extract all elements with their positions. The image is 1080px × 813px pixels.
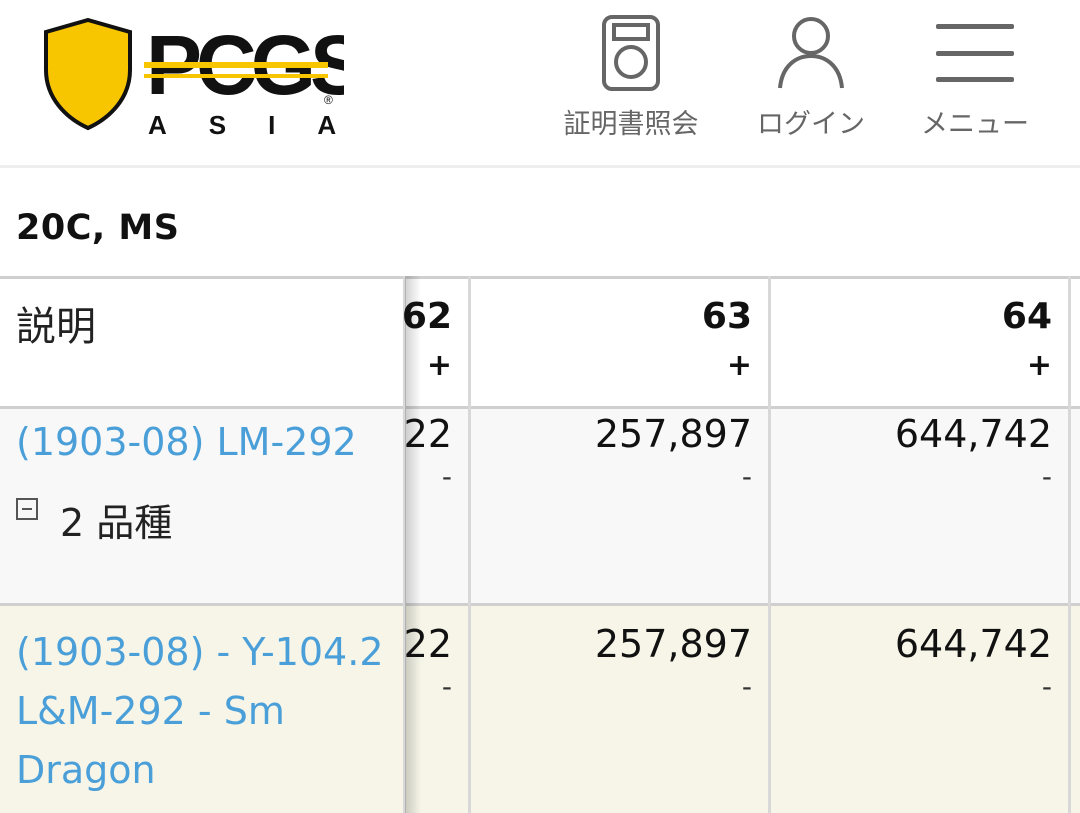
price-sub: - (741, 670, 752, 703)
hamburger-icon (936, 24, 1014, 82)
price-value: 257,897 (594, 622, 752, 666)
description-header: 説明 (16, 304, 96, 350)
column-divider (468, 276, 471, 813)
collapse-icon[interactable] (16, 498, 38, 520)
scroll-shadow (405, 276, 421, 813)
shield-icon (44, 18, 132, 131)
nav-menu-label: メニュー (921, 109, 1029, 140)
table-border-header (0, 406, 1080, 409)
price-sub: - (441, 460, 452, 493)
coin-link[interactable]: (1903-08) - Y-104.2 (16, 630, 384, 674)
variety-count[interactable]: 2 品種 (60, 492, 172, 547)
table-border-row (0, 603, 1080, 606)
nav-login[interactable]: ログイン (748, 14, 874, 141)
price-value: 22 (403, 622, 452, 666)
coin-link[interactable]: (1903-08) LM-292 (16, 420, 357, 464)
nav-certificate-label: 証明書照会 (563, 109, 699, 140)
grade-plus-64: + (1026, 348, 1052, 383)
grade-header-63[interactable]: 63 (702, 296, 752, 337)
site-header: PCGS ® ASIA 証明書照会 ログイン メニュー (0, 0, 1080, 168)
nav-certificate-lookup[interactable]: 証明書照会 (552, 14, 710, 141)
price-sub: - (441, 670, 452, 703)
nav-login-label: ログイン (757, 109, 865, 140)
pcgs-asia-logo[interactable]: PCGS ® ASIA (44, 18, 344, 138)
grade-plus-62: + (426, 348, 452, 383)
price-value: 22 (403, 412, 452, 456)
price-value: 257,897 (594, 412, 752, 456)
price-value: 644,742 (894, 412, 1052, 456)
price-value: 644,742 (894, 622, 1052, 666)
coin-link[interactable]: L&M-292 - Sm (16, 689, 285, 733)
grade-header-64[interactable]: 64 (1002, 296, 1052, 337)
price-sub: - (1041, 670, 1052, 703)
header-row (0, 276, 1080, 408)
coin-link[interactable]: Dragon (16, 748, 156, 792)
column-divider (1068, 276, 1071, 813)
column-divider (768, 276, 771, 813)
section-title: 20C, MS (16, 208, 180, 248)
price-sub: - (1041, 460, 1052, 493)
user-icon (778, 17, 844, 89)
svg-text:ASIA: ASIA (148, 110, 344, 138)
grade-plus-63: + (726, 348, 752, 383)
price-sub: - (741, 460, 752, 493)
price-table: 説明 62 + 63 + 64 + (1903-08) LM-292 2 品種 … (0, 276, 1080, 813)
nav-menu[interactable]: メニュー (912, 14, 1038, 141)
certificate-icon (602, 15, 660, 91)
svg-text:®: ® (324, 93, 333, 107)
grade-header-62[interactable]: 62 (402, 296, 452, 337)
table-border-top (0, 276, 1080, 279)
